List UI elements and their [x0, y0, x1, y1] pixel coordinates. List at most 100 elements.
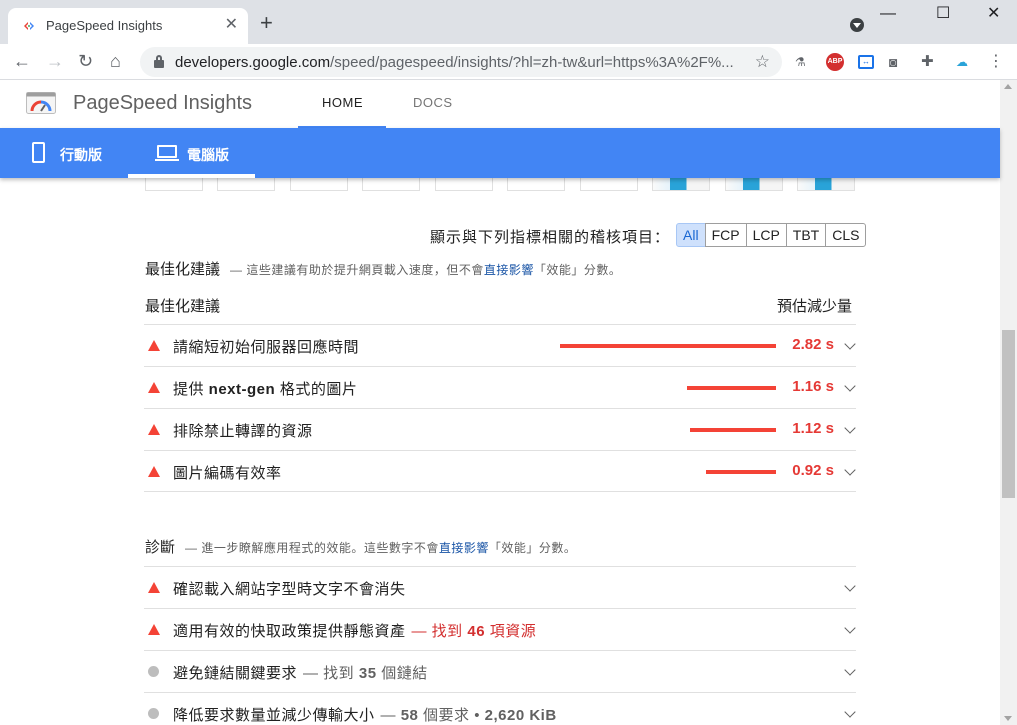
- browser-toolbar: ← → ↻ ⌂ developers.google.com/speed/page…: [0, 44, 1017, 80]
- extension-translate-icon[interactable]: ↔: [858, 55, 874, 69]
- browser-tabstrip: PageSpeed Insights ✕ + — ☐ ✕: [0, 0, 1017, 44]
- direct-impact-link[interactable]: 直接影響: [439, 541, 489, 555]
- chevron-down-icon[interactable]: [844, 338, 856, 350]
- tab-close-icon[interactable]: ✕: [225, 16, 238, 34]
- nav-home-link[interactable]: HOME: [322, 95, 363, 110]
- browser-menu-icon[interactable]: ⋮: [988, 53, 1004, 71]
- window-minimize-button[interactable]: —: [880, 4, 896, 24]
- opportunities-title: 最佳化建議: [145, 261, 221, 278]
- lock-icon[interactable]: [154, 55, 164, 68]
- opportunity-title: 請縮短初始伺服器回應時間: [173, 339, 360, 356]
- direct-impact-link[interactable]: 直接影響: [484, 263, 534, 277]
- savings-value: 1.12 s: [792, 420, 834, 437]
- opportunity-column-header: 最佳化建議: [145, 298, 221, 315]
- diagnostic-row[interactable]: 降低要求數量並減少傳輸大小 — 58 個要求 • 2,620 KiB: [144, 692, 856, 725]
- scrollbar-thumb[interactable]: [1002, 330, 1015, 498]
- chevron-down-icon[interactable]: [844, 380, 856, 392]
- fail-triangle-icon: [148, 466, 160, 477]
- savings-value: 0.92 s: [792, 462, 834, 479]
- fail-triangle-icon: [148, 382, 160, 393]
- savings-bar: [690, 428, 776, 432]
- opportunity-row[interactable]: 請縮短初始伺服器回應時間 2.82 s: [144, 324, 856, 366]
- savings-value: 2.82 s: [792, 336, 834, 353]
- diagnostic-row[interactable]: 確認載入網站字型時文字不會消失: [144, 566, 856, 608]
- savings-bar: [706, 470, 776, 474]
- tab-title: PageSpeed Insights: [46, 18, 163, 33]
- home-icon[interactable]: ⌂: [110, 51, 121, 71]
- filmstrip-frame: [797, 178, 855, 191]
- window-close-button[interactable]: ✕: [987, 4, 1000, 24]
- opportunity-row[interactable]: 圖片編碼有效率 0.92 s: [144, 450, 856, 492]
- pagespeed-logo-icon: [26, 92, 56, 114]
- chevron-down-icon[interactable]: [844, 706, 856, 718]
- new-tab-button[interactable]: +: [260, 12, 273, 34]
- opportunity-row[interactable]: 排除禁止轉譯的資源 1.12 s: [144, 408, 856, 450]
- laptop-icon: [155, 145, 179, 161]
- diagnostic-detail: — 58 個要求 • 2,620 KiB: [380, 707, 557, 724]
- page-scrollbar[interactable]: [1000, 80, 1017, 725]
- filmstrip-frame: [507, 178, 565, 191]
- filmstrip-frame: [145, 178, 203, 191]
- chevron-down-icon[interactable]: [844, 422, 856, 434]
- reload-icon[interactable]: ↻: [78, 51, 93, 71]
- tab-mobile[interactable]: 行動版: [0, 128, 128, 178]
- info-circle-icon: [148, 666, 159, 677]
- mobile-phone-icon: [32, 142, 45, 163]
- bookmark-star-icon[interactable]: ☆: [755, 52, 770, 72]
- diagnostic-title: 適用有效的快取政策提供靜態資產 — 找到 46 項資源: [173, 623, 537, 640]
- chevron-down-icon[interactable]: [844, 622, 856, 634]
- metric-filter-chips: All FCP LCP TBT CLS: [676, 223, 867, 247]
- browser-tab[interactable]: PageSpeed Insights ✕: [8, 8, 248, 44]
- opportunity-title: 圖片編碼有效率: [173, 465, 282, 482]
- diagnostic-title: 降低要求數量並減少傳輸大小 — 58 個要求 • 2,620 KiB: [173, 707, 557, 724]
- diagnostics-title: 診斷: [145, 539, 176, 556]
- scroll-down-arrow-icon[interactable]: [1004, 716, 1012, 721]
- tab-desktop[interactable]: 電腦版: [128, 128, 255, 178]
- savings-bar: [560, 344, 776, 348]
- opportunities-description: — 這些建議有助於提升網頁載入速度，但不會直接影響「效能」分數。: [230, 263, 622, 277]
- scroll-up-arrow-icon[interactable]: [1004, 84, 1012, 89]
- filmstrip-frame: [725, 178, 783, 191]
- psi-header: PageSpeed Insights HOME DOCS: [0, 80, 1000, 128]
- metric-filter-label: 顯示與下列指標相關的稽核項目：: [430, 229, 671, 246]
- back-arrow-icon[interactable]: ←: [13, 51, 31, 71]
- extension-camera-icon[interactable]: ◙: [889, 53, 897, 71]
- filmstrip-frame: [580, 178, 638, 191]
- diagnostics-description: — 進一步瞭解應用程式的效能。這些數字不會直接影響「效能」分數。: [185, 541, 577, 555]
- extension-flask-icon[interactable]: ⚗: [795, 53, 806, 71]
- savings-column-header: 預估減少量: [777, 298, 853, 315]
- fail-triangle-icon: [148, 624, 160, 635]
- fail-triangle-icon: [148, 424, 160, 435]
- filter-chip-fcp[interactable]: FCP: [704, 223, 747, 247]
- savings-bar: [687, 386, 776, 390]
- report-content: 顯示與下列指標相關的稽核項目： All FCP LCP TBT CLS 最佳化建…: [0, 178, 1000, 725]
- diagnostic-row[interactable]: 避免鏈結關鍵要求 — 找到 35 個鏈結: [144, 650, 856, 692]
- filter-chip-cls[interactable]: CLS: [825, 223, 867, 247]
- extensions-puzzle-icon[interactable]: ✚: [921, 53, 934, 71]
- adblock-plus-icon[interactable]: ABP: [826, 53, 844, 71]
- fail-triangle-icon: [148, 582, 160, 593]
- chevron-down-icon[interactable]: [844, 464, 856, 476]
- diagnostic-title: 避免鏈結關鍵要求 — 找到 35 個鏈結: [173, 665, 428, 682]
- savings-value: 1.16 s: [792, 378, 834, 395]
- url-text[interactable]: developers.google.com/speed/pagespeed/in…: [175, 54, 734, 71]
- opportunity-title: 排除禁止轉譯的資源: [173, 423, 313, 440]
- address-bar[interactable]: developers.google.com/speed/pagespeed/in…: [140, 47, 782, 77]
- forward-arrow-icon[interactable]: →: [46, 51, 64, 71]
- tab-search-icon[interactable]: [850, 18, 864, 32]
- info-circle-icon: [148, 708, 159, 719]
- diagnostic-detail: — 找到 46 項資源: [411, 623, 537, 640]
- diagnostic-detail: — 找到 35 個鏈結: [303, 665, 428, 682]
- opportunity-row[interactable]: 提供 next-gen 格式的圖片 1.16 s: [144, 366, 856, 408]
- nav-docs-link[interactable]: DOCS: [413, 95, 453, 110]
- window-maximize-button[interactable]: ☐: [936, 4, 950, 24]
- filter-chip-all[interactable]: All: [676, 223, 706, 247]
- desktop-active-indicator: [128, 174, 255, 178]
- chevron-down-icon[interactable]: [844, 580, 856, 592]
- diagnostic-row[interactable]: 適用有效的快取政策提供靜態資產 — 找到 46 項資源: [144, 608, 856, 650]
- filter-chip-tbt[interactable]: TBT: [785, 223, 827, 247]
- chevron-down-icon[interactable]: [844, 664, 856, 676]
- filter-chip-lcp[interactable]: LCP: [745, 223, 787, 247]
- psi-title: PageSpeed Insights: [73, 92, 253, 114]
- extension-cloud-icon[interactable]: ☁: [950, 53, 974, 71]
